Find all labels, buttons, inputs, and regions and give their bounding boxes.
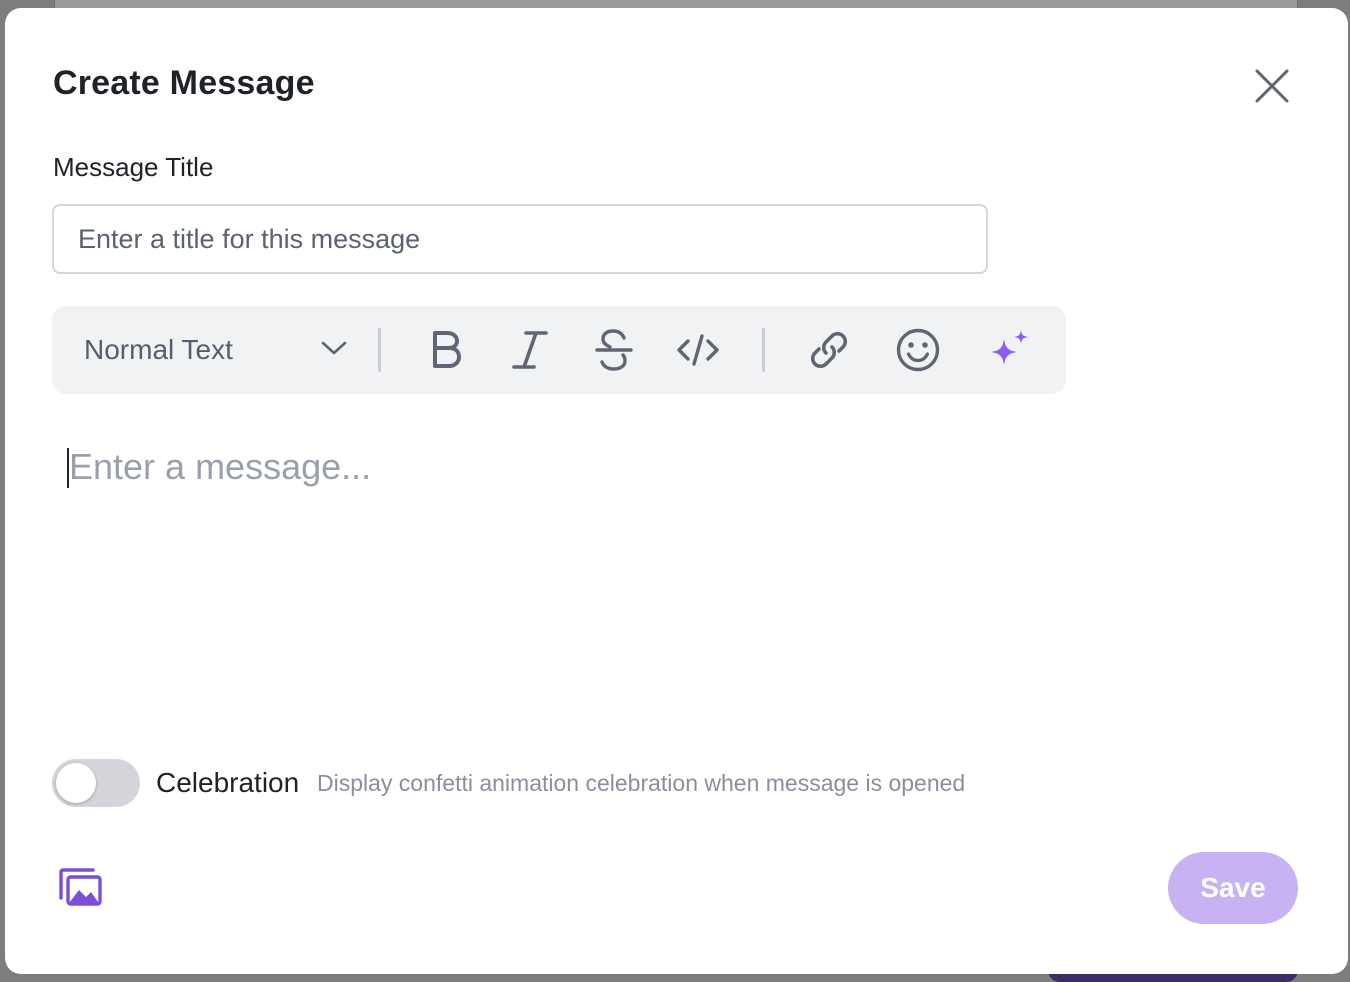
celebration-label: Celebration: [156, 767, 300, 798]
link-button[interactable]: [803, 324, 855, 376]
bold-button[interactable]: [420, 324, 472, 376]
chevron-down-icon: [321, 341, 347, 355]
save-button[interactable]: Save: [1168, 852, 1298, 924]
ai-assist-button[interactable]: [984, 324, 1036, 376]
italic-icon: [512, 331, 548, 369]
italic-button[interactable]: [504, 324, 556, 376]
modal-title: Create Message: [53, 64, 315, 102]
text-style-label: Normal Text: [84, 334, 233, 365]
message-title-input[interactable]: [52, 204, 988, 274]
image-gallery-icon: [59, 868, 102, 906]
strikethrough-button[interactable]: [588, 324, 640, 376]
celebration-toggle[interactable]: [52, 759, 140, 807]
close-icon: [1255, 69, 1289, 103]
add-media-button[interactable]: [57, 866, 105, 910]
bold-icon: [433, 331, 461, 368]
message-placeholder: Enter a message...: [69, 446, 372, 487]
celebration-description: Display confetti animation celebration w…: [317, 770, 966, 796]
code-button[interactable]: [672, 324, 724, 376]
link-icon: [810, 331, 848, 369]
emoji-button[interactable]: [892, 324, 944, 376]
code-icon: [677, 334, 719, 366]
formatting-toolbar: Normal Text: [52, 306, 1066, 394]
toolbar-divider: [762, 328, 765, 372]
message-editor[interactable]: Enter a message...: [67, 446, 1067, 726]
close-button[interactable]: [1252, 66, 1292, 106]
emoji-icon: [896, 328, 940, 372]
create-message-modal: Create Message Message Title Normal Text: [5, 8, 1348, 974]
text-style-dropdown[interactable]: Normal Text: [52, 306, 368, 394]
toolbar-divider: [378, 328, 381, 372]
strikethrough-icon: [595, 329, 633, 371]
toggle-knob: [56, 763, 96, 803]
message-title-label: Message Title: [53, 152, 214, 182]
ai-sparkle-icon: [991, 330, 1028, 365]
